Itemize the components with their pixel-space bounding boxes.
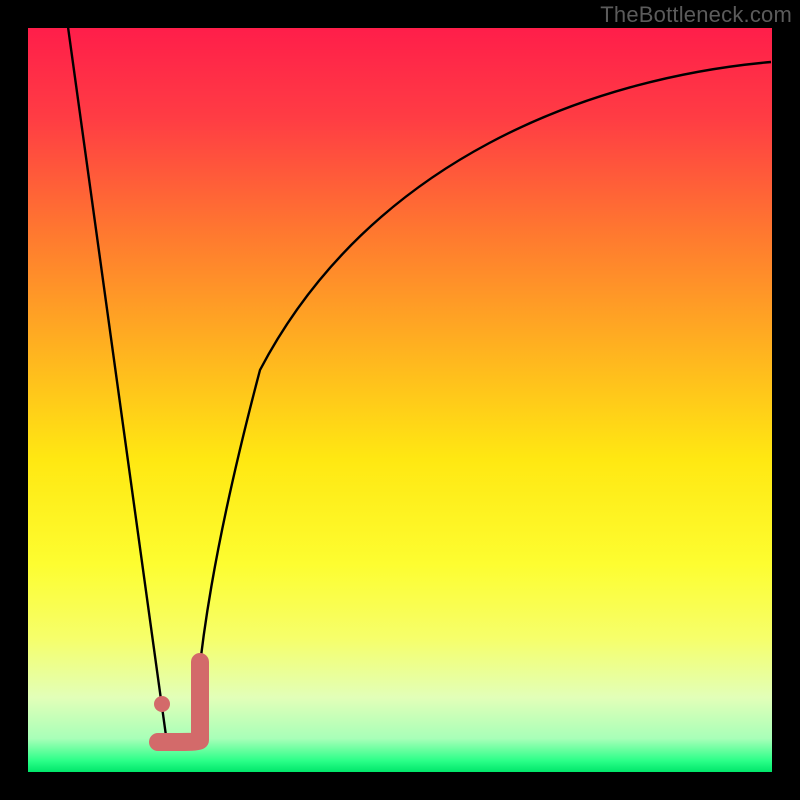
watermark-text: TheBottleneck.com bbox=[600, 2, 792, 28]
gradient-background bbox=[28, 28, 772, 772]
j-dot-icon bbox=[154, 696, 170, 712]
bottleneck-chart bbox=[0, 0, 800, 800]
chart-frame: TheBottleneck.com bbox=[0, 0, 800, 800]
